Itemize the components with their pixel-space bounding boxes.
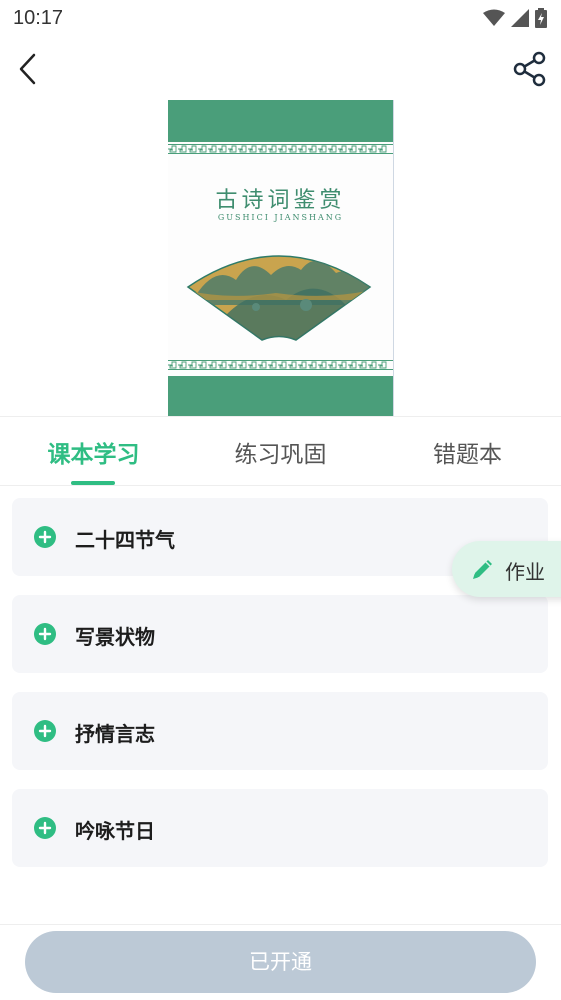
list-item-label: 写景状物: [75, 625, 155, 649]
list-item-label: 吟咏节日: [75, 819, 155, 843]
homework-button[interactable]: 作业: [452, 541, 561, 597]
cover-area: 古诗词鉴赏 GUSHICI JIANSHANG: [0, 100, 561, 416]
pencil-icon: [473, 560, 492, 579]
list-item[interactable]: 写景状物: [12, 595, 548, 673]
signal-icon: [511, 9, 529, 27]
list-item-label: 抒情言志: [75, 722, 155, 746]
cover-subtitle: GUSHICI JIANSHANG: [217, 213, 344, 222]
cover-title: 古诗词鉴赏: [215, 188, 346, 213]
chevron-left-icon[interactable]: [12, 52, 46, 86]
cover-band-bottom: [168, 376, 393, 416]
status-time: 10:17: [13, 7, 64, 29]
bottom-bar: 已开通: [0, 924, 561, 1000]
cover-band-top: [168, 100, 393, 142]
plus-circle-icon[interactable]: [34, 720, 56, 742]
list-item[interactable]: 吟咏节日: [12, 789, 548, 867]
status-bar: 10:17: [0, 0, 561, 38]
status-icons: [483, 8, 547, 28]
battery-icon: [535, 8, 547, 28]
tab-textbook[interactable]: 课本学习: [0, 435, 187, 469]
book-cover: 古诗词鉴赏 GUSHICI JIANSHANG: [168, 100, 394, 416]
tab-indicator: [71, 481, 115, 485]
top-nav: [0, 38, 561, 101]
wifi-icon: [483, 9, 505, 26]
cover-pattern-bottom: [168, 360, 393, 370]
list-item-label: 二十四节气: [75, 528, 175, 552]
landscape-fan-painting: [186, 255, 372, 341]
share-icon[interactable]: [511, 50, 549, 88]
plus-circle-icon[interactable]: [34, 526, 56, 548]
cover-pattern-top: [168, 144, 393, 154]
plus-circle-icon[interactable]: [34, 817, 56, 839]
homework-label: 作业: [505, 560, 545, 584]
list-item[interactable]: 抒情言志: [12, 692, 548, 770]
activated-button[interactable]: 已开通: [25, 931, 536, 993]
tab-practice[interactable]: 练习巩固: [187, 435, 374, 469]
tab-mistakes[interactable]: 错题本: [374, 435, 561, 469]
plus-circle-icon[interactable]: [34, 623, 56, 645]
tab-bar: 课本学习 练习巩固 错题本: [0, 416, 561, 486]
